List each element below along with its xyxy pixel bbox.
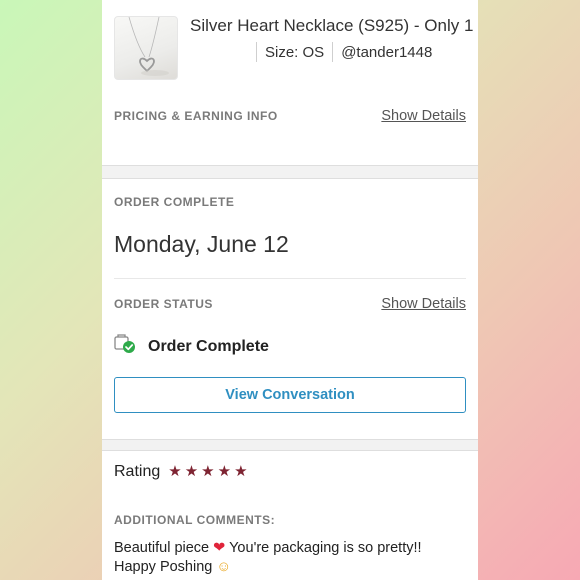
pricing-section: PRICING & EARNING INFO Show Details	[102, 88, 478, 165]
item-thumbnail[interactable]	[114, 16, 178, 80]
comment-text: Beautiful piece ❤ You're packaging is so…	[102, 529, 478, 577]
order-complete-icon	[114, 334, 136, 359]
item-meta: Size: OS @tander1448	[248, 42, 432, 62]
smiling-face-icon: ☺	[216, 559, 232, 575]
star-icon: ★	[168, 463, 182, 480]
order-complete-label: ORDER COMPLETE	[114, 195, 235, 209]
pricing-label: PRICING & EARNING INFO	[114, 109, 278, 123]
comment-part-1: Beautiful piece	[114, 540, 210, 556]
additional-comments-label: ADDITIONAL COMMENTS:	[114, 513, 276, 527]
order-status-label: ORDER STATUS	[114, 297, 213, 311]
star-icon: ★	[201, 463, 215, 480]
meta-divider	[256, 42, 257, 62]
heart-icon: ❤	[213, 540, 226, 556]
star-icon: ★	[184, 463, 199, 480]
seller-username[interactable]: @tander1448	[341, 44, 432, 61]
order-status-row: Order Complete	[102, 312, 478, 377]
pricing-show-details-link[interactable]: Show Details	[381, 108, 466, 124]
item-summary[interactable]: Silver Heart Necklace (S925) - Only 1 le…	[102, 0, 478, 88]
item-title[interactable]: Silver Heart Necklace (S925) - Only 1 le	[190, 16, 478, 36]
comment-part-2: You're packaging is so pretty!!	[229, 540, 422, 556]
comment-part-3: Happy Poshing	[114, 559, 213, 575]
order-details-screen: Silver Heart Necklace (S925) - Only 1 le…	[102, 0, 478, 580]
item-size: Size: OS	[265, 43, 325, 61]
star-icon: ★	[234, 463, 248, 480]
order-complete-date: Monday, June 12	[114, 231, 289, 257]
order-status-show-details-link[interactable]: Show Details	[381, 296, 466, 312]
star-icon: ★	[217, 463, 232, 480]
rating-label: Rating	[114, 462, 161, 480]
order-status-text: Order Complete	[148, 337, 269, 355]
section-divider	[102, 439, 478, 451]
view-conversation-button[interactable]: View Conversation	[114, 377, 466, 413]
order-complete-section: ORDER COMPLETE Monday, June 12 ORDER STA…	[102, 179, 478, 439]
section-divider	[102, 165, 478, 179]
rating-stars: ★ ★ ★ ★ ★	[168, 462, 250, 481]
rating-section: Rating ★ ★ ★ ★ ★ ADDITIONAL COMMENTS: Beauti…	[102, 451, 478, 577]
meta-divider	[332, 42, 334, 62]
